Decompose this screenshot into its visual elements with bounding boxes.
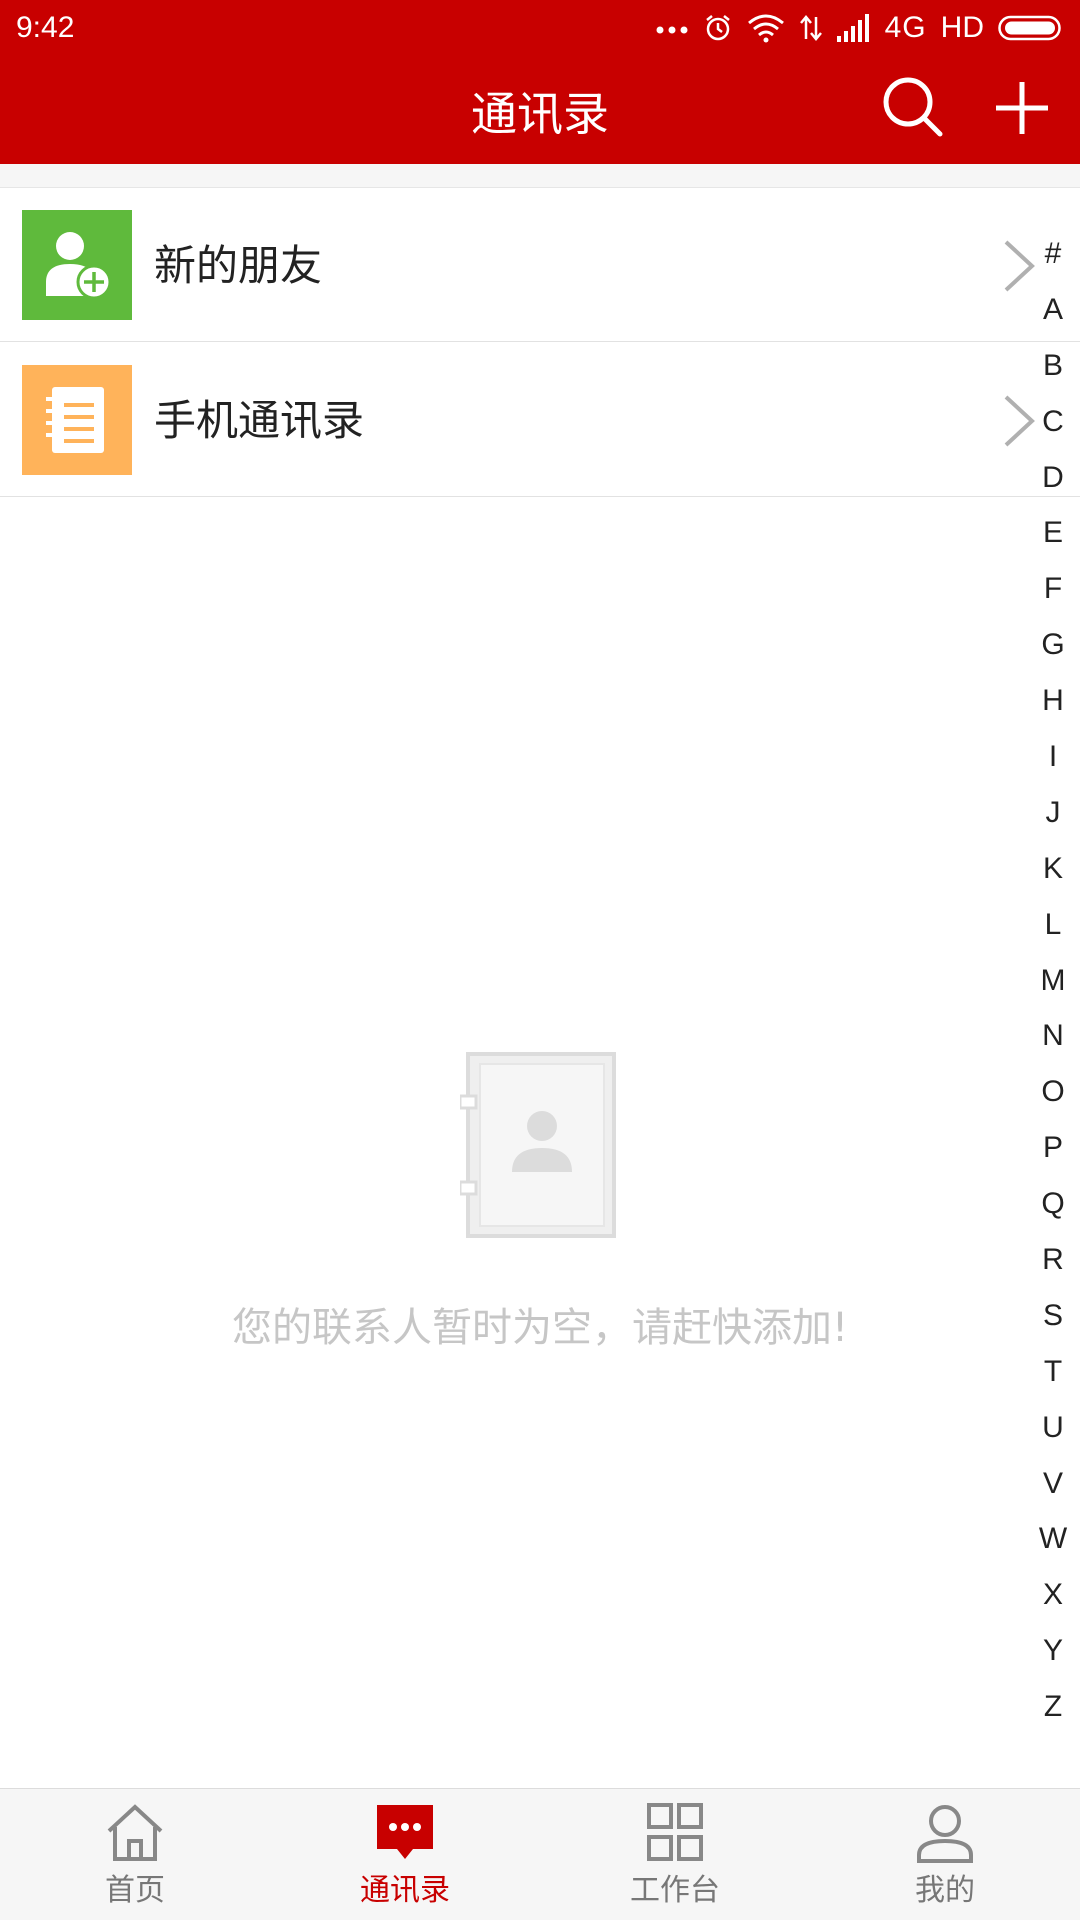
- phone-contacts-icon: [22, 365, 132, 475]
- status-time: 9:42: [16, 11, 75, 44]
- alphabet-index-letter[interactable]: L: [1045, 897, 1062, 953]
- alphabet-index-letter[interactable]: D: [1042, 450, 1064, 506]
- data-arrows-icon: [799, 15, 822, 41]
- alphabet-index-letter[interactable]: O: [1041, 1064, 1064, 1120]
- plus-icon: [996, 82, 1048, 134]
- hd-indicator: HD: [940, 11, 984, 44]
- status-bar: 9:42 4G HD: [0, 0, 1080, 56]
- alphabet-index-letter[interactable]: Q: [1041, 1176, 1064, 1232]
- alphabet-index-letter[interactable]: X: [1043, 1567, 1063, 1623]
- alphabet-index[interactable]: # A B C D E F G H I J K L M N O P Q R S T U V W X Y Z: [1026, 226, 1080, 1735]
- tab-workbench-label: 工作台: [630, 1873, 720, 1908]
- header-divider: [0, 164, 1080, 188]
- battery-icon: [998, 15, 1061, 41]
- app-bar: 通讯录: [0, 56, 1080, 164]
- tab-home-label: 首页: [105, 1873, 165, 1908]
- alarm-icon: [705, 15, 730, 41]
- empty-state-message: 您的联系人暂时为空，请赶快添加!: [231, 1305, 849, 1351]
- alphabet-index-letter[interactable]: A: [1043, 282, 1063, 338]
- alphabet-index-letter[interactable]: P: [1043, 1120, 1063, 1176]
- new-friends-row[interactable]: 新的朋友: [0, 188, 1080, 342]
- alphabet-index-letter[interactable]: K: [1043, 841, 1063, 897]
- contacts-screen: 9:42 4G HD 通讯录 新的朋友 手机通讯录 # A B C D E F …: [0, 0, 1080, 1920]
- alphabet-index-letter[interactable]: Y: [1043, 1623, 1063, 1679]
- alphabet-index-letter[interactable]: E: [1043, 505, 1063, 561]
- tab-me-label: 我的: [915, 1873, 975, 1908]
- signal-icon: [836, 14, 869, 42]
- alphabet-index-letter[interactable]: #: [1045, 226, 1062, 282]
- alphabet-index-letter[interactable]: B: [1043, 338, 1063, 394]
- chat-bubble-icon: [377, 1805, 433, 1859]
- alphabet-index-letter[interactable]: Z: [1044, 1679, 1062, 1735]
- status-icons: 4G HD: [655, 11, 1064, 45]
- search-button[interactable]: [880, 74, 946, 140]
- alphabet-index-letter[interactable]: J: [1046, 785, 1061, 841]
- tab-home[interactable]: 首页: [0, 1789, 270, 1920]
- grid-icon: [647, 1803, 703, 1861]
- add-friend-icon: [22, 210, 132, 320]
- search-icon: [883, 77, 943, 137]
- alphabet-index-letter[interactable]: G: [1041, 617, 1064, 673]
- wifi-icon: [747, 14, 784, 43]
- alphabet-index-letter[interactable]: H: [1042, 673, 1064, 729]
- alphabet-index-letter[interactable]: W: [1039, 1511, 1067, 1567]
- phone-contacts-row[interactable]: 手机通讯录: [0, 343, 1080, 497]
- new-friends-label: 新的朋友: [154, 241, 323, 290]
- add-contact-button[interactable]: [992, 78, 1052, 138]
- alphabet-index-letter[interactable]: C: [1042, 394, 1064, 450]
- alphabet-index-letter[interactable]: M: [1041, 953, 1066, 1009]
- phone-contacts-label: 手机通讯录: [154, 396, 365, 445]
- network-type: 4G: [884, 11, 927, 44]
- alphabet-index-letter[interactable]: V: [1043, 1456, 1063, 1512]
- alphabet-index-letter[interactable]: R: [1042, 1232, 1064, 1288]
- more-dots-icon: [656, 26, 688, 34]
- alphabet-index-letter[interactable]: I: [1049, 729, 1057, 785]
- empty-contacts-icon: [460, 1052, 616, 1238]
- tab-contacts-label: 通讯录: [360, 1873, 450, 1908]
- bottom-tab-bar: 首页 通讯录 工作台 我的: [0, 1788, 1080, 1920]
- person-icon: [917, 1805, 973, 1863]
- alphabet-index-letter[interactable]: N: [1042, 1008, 1064, 1064]
- alphabet-index-letter[interactable]: F: [1044, 561, 1062, 617]
- home-icon: [107, 1804, 163, 1861]
- alphabet-index-letter[interactable]: U: [1042, 1400, 1064, 1456]
- tab-contacts[interactable]: 通讯录: [270, 1789, 540, 1920]
- tab-workbench[interactable]: 工作台: [540, 1789, 810, 1920]
- tab-me[interactable]: 我的: [810, 1789, 1080, 1920]
